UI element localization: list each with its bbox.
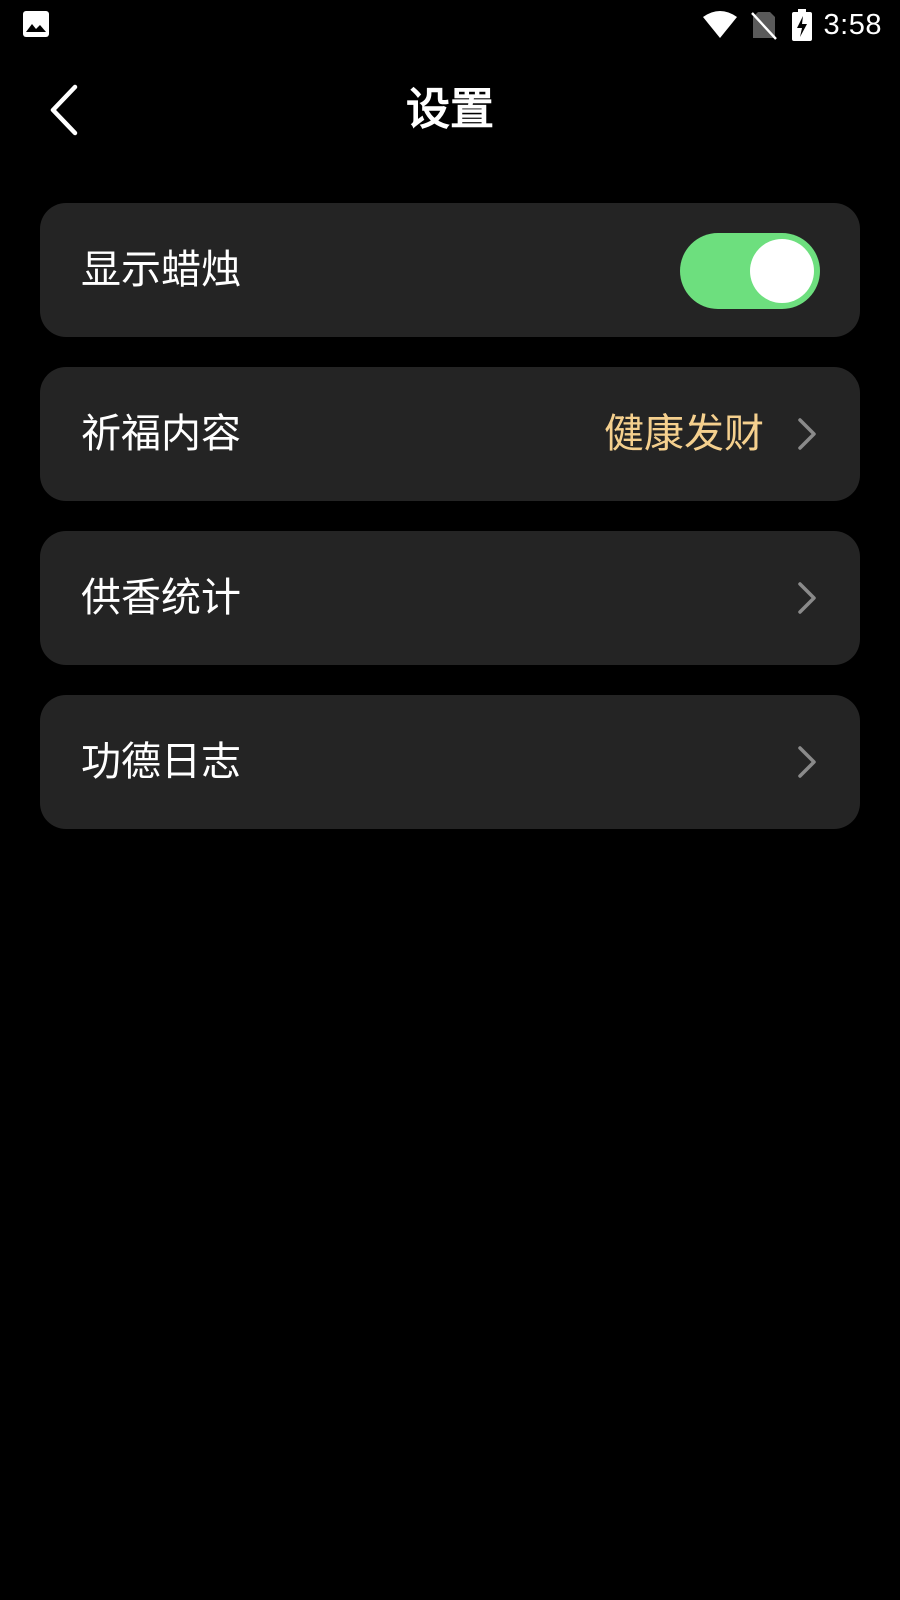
blessing-content-value: 健康发财 bbox=[604, 411, 764, 457]
page-title: 设置 bbox=[406, 84, 494, 135]
setting-row-merit-log[interactable]: 功德日志 bbox=[40, 695, 860, 829]
battery-charging-icon bbox=[791, 9, 812, 41]
setting-row-blessing-content[interactable]: 祈福内容 健康发财 bbox=[40, 367, 860, 501]
no-sim-icon bbox=[750, 12, 777, 40]
setting-label-show-candle: 显示蜡烛 bbox=[81, 247, 241, 293]
setting-row-show-candle: 显示蜡烛 bbox=[40, 203, 860, 337]
settings-list: 显示蜡烛 祈福内容 健康发财 供香统计 功德日志 bbox=[40, 203, 860, 859]
status-bar: 3:58 bbox=[0, 0, 900, 50]
wifi-icon bbox=[702, 11, 737, 38]
setting-label-blessing-content: 祈福内容 bbox=[81, 411, 241, 457]
toggle-knob bbox=[750, 239, 814, 303]
chevron-right-icon bbox=[798, 746, 816, 778]
setting-label-merit-log: 功德日志 bbox=[81, 739, 241, 785]
status-clock: 3:58 bbox=[823, 8, 882, 41]
app-bar: 设置 bbox=[0, 60, 900, 160]
show-candle-toggle[interactable] bbox=[680, 233, 820, 309]
setting-label-incense-stats: 供香统计 bbox=[81, 575, 241, 621]
setting-row-incense-stats[interactable]: 供香统计 bbox=[40, 531, 860, 665]
chevron-right-icon bbox=[798, 582, 816, 614]
gallery-icon bbox=[23, 11, 49, 37]
chevron-right-icon bbox=[798, 418, 816, 450]
